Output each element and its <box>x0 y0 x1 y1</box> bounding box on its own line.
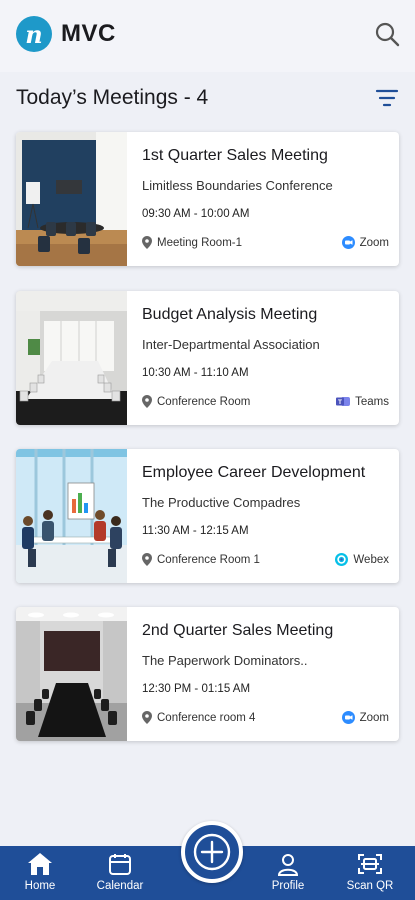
calendar-icon <box>109 854 131 875</box>
meeting-card[interactable]: 2nd Quarter Sales Meeting The Paperwork … <box>16 607 399 741</box>
meeting-title: Employee Career Development <box>142 464 366 481</box>
meeting-illustration <box>16 449 127 583</box>
meeting-platform[interactable]: Webex <box>335 553 389 566</box>
meeting-platform-label: Webex <box>353 553 389 566</box>
meeting-location: Conference Room 1 <box>142 553 260 566</box>
home-icon <box>28 853 52 875</box>
search-button[interactable] <box>373 20 401 48</box>
meeting-title: Budget Analysis Meeting <box>142 306 318 323</box>
meeting-organization: Inter-Departmental Association <box>142 337 320 352</box>
meeting-info: 1st Quarter Sales Meeting Limitless Boun… <box>142 132 389 266</box>
meeting-platform-label: Zoom <box>359 711 389 724</box>
meeting-time: 09:30 AM - 10:00 AM <box>142 208 250 220</box>
zoom-icon <box>341 236 355 249</box>
meeting-location-label: Conference Room <box>157 395 251 408</box>
meeting-location-label: Meeting Room-1 <box>157 236 243 249</box>
nav-home[interactable]: Home <box>10 850 70 898</box>
nav-calendar[interactable]: Calendar <box>90 850 150 898</box>
meetings-heading-row: Today’s Meetings - 4 <box>16 84 399 112</box>
nav-profile-label: Profile <box>271 880 305 892</box>
meeting-platform[interactable]: Zoom <box>341 236 389 249</box>
location-pin-icon <box>142 711 152 724</box>
meeting-card[interactable]: 1st Quarter Sales Meeting Limitless Boun… <box>16 132 399 266</box>
meeting-location-label: Conference Room 1 <box>157 553 260 566</box>
plus-icon <box>193 833 231 871</box>
meeting-time: 10:30 AM - 11:10 AM <box>142 367 249 379</box>
zoom-icon <box>341 711 355 724</box>
nav-calendar-label: Calendar <box>96 880 144 892</box>
nav-scan-qr-label: Scan QR <box>346 880 394 892</box>
meeting-location: Conference Room <box>142 395 250 408</box>
meeting-platform[interactable]: Zoom <box>341 711 389 724</box>
meeting-organization: Limitless Boundaries Conference <box>142 178 333 193</box>
meeting-room-photo <box>16 291 127 425</box>
meeting-platform[interactable]: T Teams <box>336 395 389 408</box>
meeting-location-label: Conference room 4 <box>157 711 256 724</box>
meeting-room-photo <box>16 132 127 266</box>
profile-icon <box>277 854 299 876</box>
add-meeting-button[interactable] <box>181 821 243 883</box>
logo-mark: n <box>16 16 52 52</box>
nav-profile[interactable]: Profile <box>258 850 318 898</box>
meeting-time: 12:30 PM - 01:15 AM <box>142 683 251 695</box>
meeting-info: 2nd Quarter Sales Meeting The Paperwork … <box>142 607 389 741</box>
meeting-title: 2nd Quarter Sales Meeting <box>142 622 334 639</box>
meeting-room-photo <box>16 607 127 741</box>
webex-icon <box>335 553 349 566</box>
scan-qr-icon <box>358 854 382 874</box>
filter-button[interactable] <box>375 87 399 109</box>
page-title: Today’s Meetings - 4 <box>16 86 209 109</box>
meeting-location: Conference room 4 <box>142 711 255 724</box>
meeting-organization: The Paperwork Dominators.. <box>142 653 308 668</box>
filter-icon <box>375 89 399 107</box>
svg-text:T: T <box>338 399 342 406</box>
meeting-info: Employee Career Development The Producti… <box>142 449 389 583</box>
app-name: MVC <box>61 20 116 47</box>
app-logo: n MVC <box>16 16 116 52</box>
search-icon <box>375 22 400 47</box>
meeting-card[interactable]: Employee Career Development The Producti… <box>16 449 399 583</box>
location-pin-icon <box>142 236 152 249</box>
location-pin-icon <box>142 553 152 566</box>
meeting-platform-label: Zoom <box>359 236 389 249</box>
app-header: n MVC <box>0 0 415 72</box>
meeting-info: Budget Analysis Meeting Inter-Department… <box>142 291 389 425</box>
meeting-card[interactable]: Budget Analysis Meeting Inter-Department… <box>16 291 399 425</box>
meeting-organization: The Productive Compadres <box>142 495 301 510</box>
meeting-platform-label: Teams <box>355 395 389 408</box>
nav-home-label: Home <box>24 880 56 892</box>
nav-scan-qr[interactable]: Scan QR <box>340 850 400 898</box>
meeting-time: 11:30 AM - 12:15 AM <box>142 525 249 537</box>
location-pin-icon <box>142 395 152 408</box>
meeting-title: 1st Quarter Sales Meeting <box>142 147 328 164</box>
meeting-location: Meeting Room-1 <box>142 236 242 249</box>
teams-icon: T <box>336 397 351 406</box>
